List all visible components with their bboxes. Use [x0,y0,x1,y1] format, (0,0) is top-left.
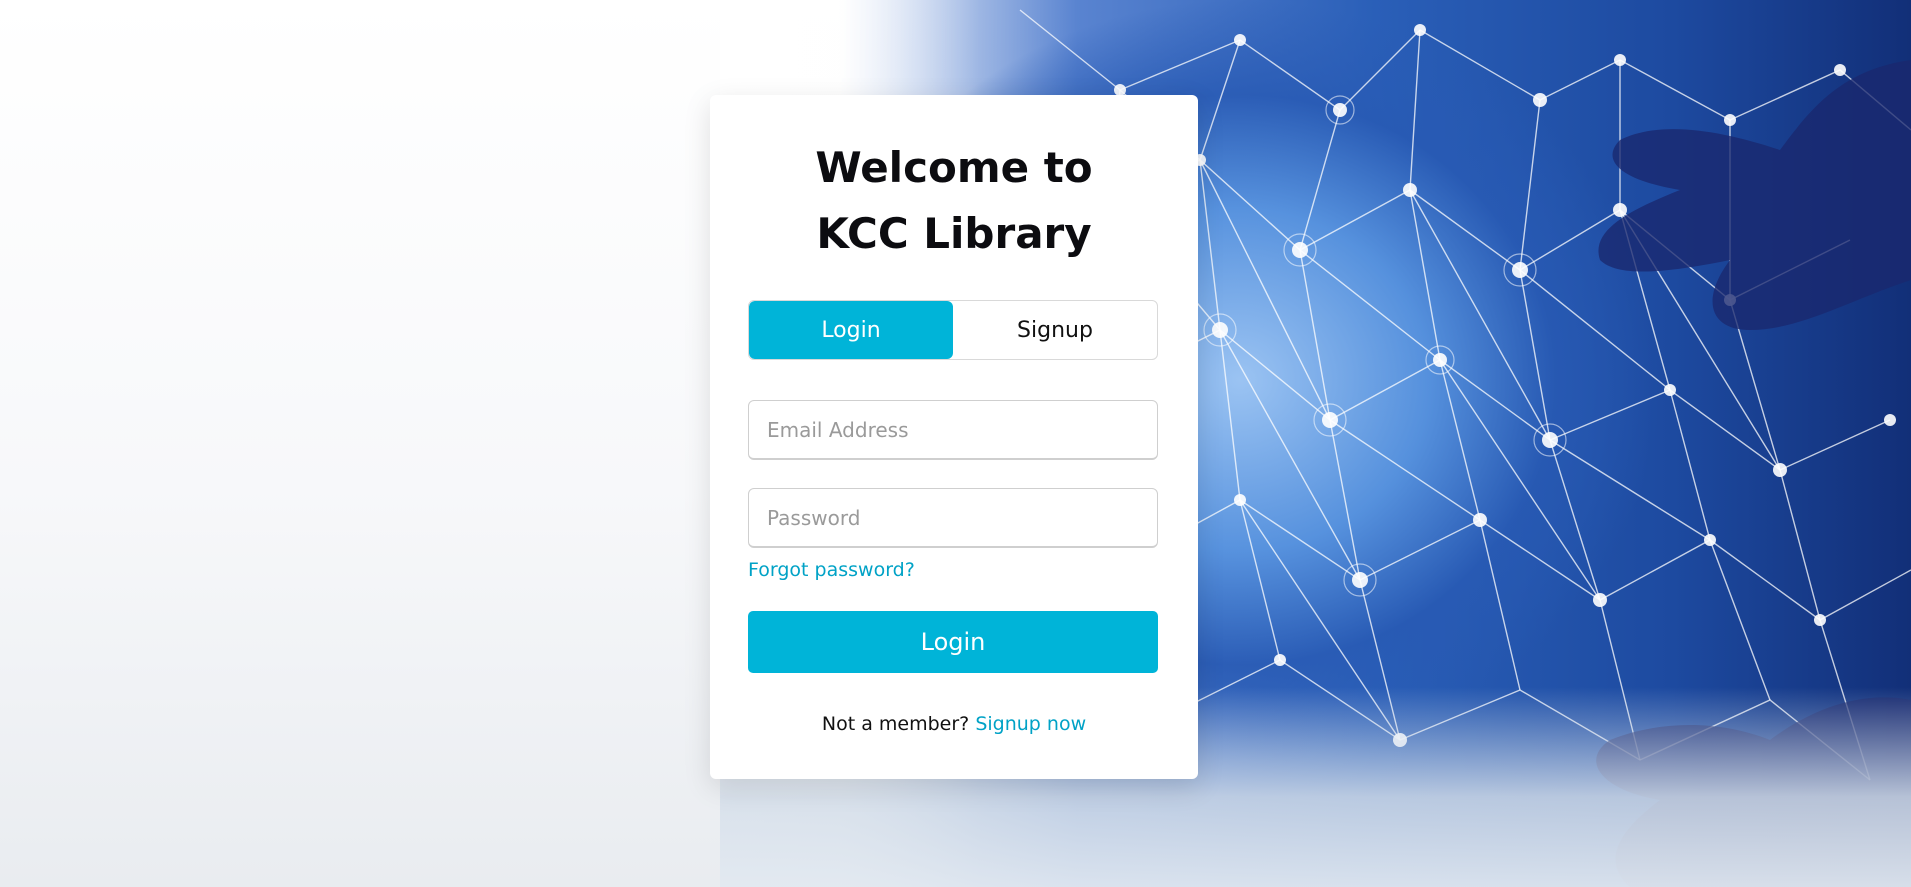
page-title: Welcome to KCC Library [710,135,1198,267]
tab-login[interactable]: Login [749,301,953,359]
title-line-1: Welcome to [815,143,1093,192]
login-button[interactable]: Login [748,611,1158,673]
title-line-2: KCC Library [816,209,1092,258]
signup-now-link[interactable]: Signup now [975,713,1086,735]
login-card: Welcome to KCC Library Login Signup Forg… [710,95,1198,779]
auth-tabs: Login Signup [748,300,1158,360]
password-input[interactable] [748,488,1158,548]
forgot-password-link[interactable]: Forgot password? [748,559,915,581]
signup-prompt-text: Not a member? [821,713,970,735]
email-input[interactable] [748,400,1158,460]
tab-signup[interactable]: Signup [953,301,1157,359]
signup-prompt: Not a member? Signup now [710,713,1198,735]
login-page: Welcome to KCC Library Login Signup Forg… [0,0,1911,887]
